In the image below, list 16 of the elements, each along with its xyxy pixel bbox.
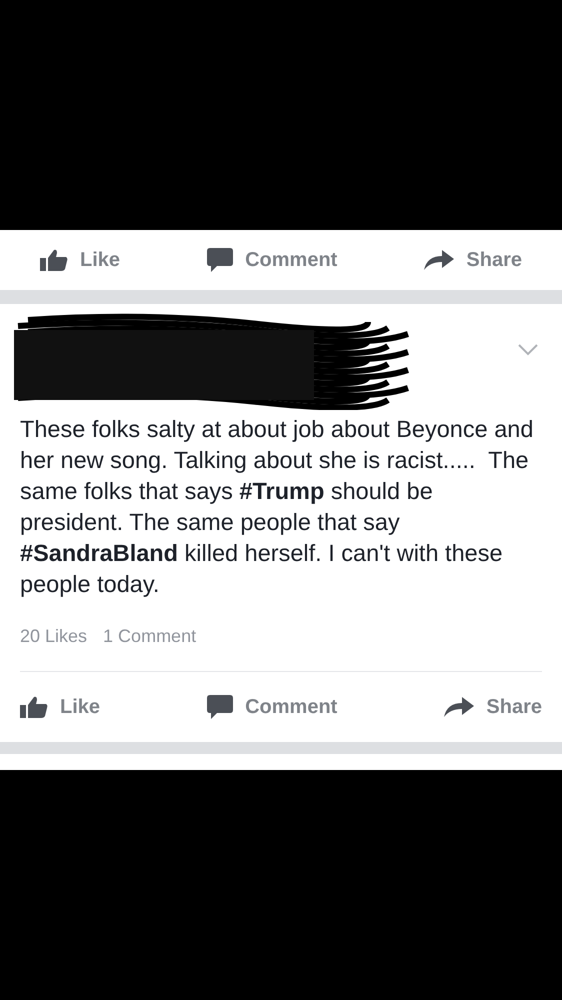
share-button[interactable]: Share bbox=[424, 248, 522, 272]
arrow-icon bbox=[424, 250, 454, 270]
post-text: These folks salty at about job about Beyonce and her new song. Talking about she is racist..... The same folks that says #Trump should be president. The same people that say #SandraBland killed herself. I can't with these people today. bbox=[20, 415, 534, 599]
share-button[interactable]: Share bbox=[444, 695, 542, 719]
thumbs-up-icon bbox=[20, 696, 48, 718]
speech-bubble-icon bbox=[207, 248, 234, 272]
like-button[interactable]: Like bbox=[20, 695, 100, 719]
speech-bubble-icon bbox=[207, 695, 234, 719]
chevron-down-icon[interactable] bbox=[518, 344, 538, 356]
like-count[interactable]: 20 Likes bbox=[20, 626, 88, 647]
comment-button[interactable]: Comment bbox=[207, 248, 338, 272]
arrow-icon bbox=[444, 697, 474, 717]
comment-button[interactable]: Comment bbox=[207, 695, 338, 719]
comment-count[interactable]: 1 Comment bbox=[103, 626, 196, 647]
thumbs-up-icon bbox=[40, 249, 68, 271]
like-button[interactable]: Like bbox=[40, 248, 120, 272]
